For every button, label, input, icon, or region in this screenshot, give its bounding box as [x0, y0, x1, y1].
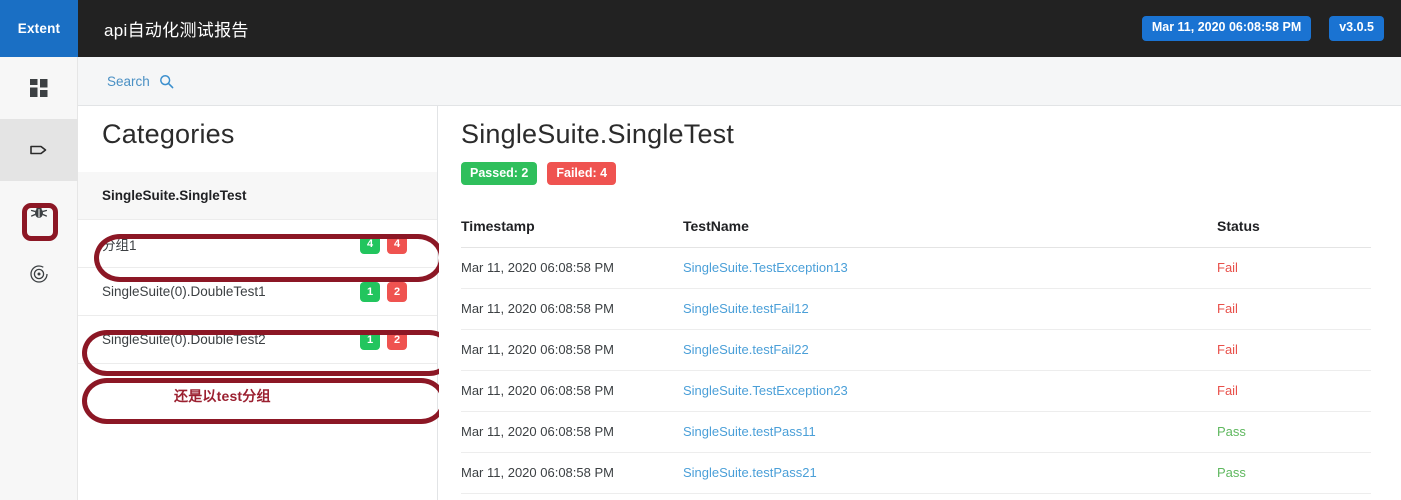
table-row: Mar 11, 2020 06:08:58 PM SingleSuite.tes… [461, 452, 1371, 494]
bug-icon [30, 203, 48, 221]
status-badge: Pass [1217, 465, 1246, 480]
sidebar-item-exceptions[interactable] [0, 181, 78, 243]
category-pass-count: 1 [360, 329, 380, 350]
category-label: SingleSuite(0).DoubleTest1 [102, 284, 266, 299]
table-row: Mar 11, 2020 06:08:58 PM SingleSuite.Tes… [461, 247, 1371, 289]
test-name-link[interactable]: SingleSuite.TestException13 [683, 260, 848, 275]
category-list-item[interactable]: SingleSuite.SingleTest [78, 172, 437, 220]
passed-summary-badge: Passed: 2 [461, 162, 538, 185]
cell-timestamp: Mar 11, 2020 06:08:58 PM [461, 411, 683, 453]
category-label: SingleSuite(0).DoubleTest2 [102, 332, 266, 347]
cell-timestamp: Mar 11, 2020 06:08:58 PM [461, 288, 683, 330]
category-fail-count: 2 [387, 329, 407, 350]
sidebar-item-categories[interactable] [0, 119, 78, 181]
category-label: SingleSuite.SingleTest [102, 188, 247, 203]
table-header-row: Timestamp TestName Status [461, 218, 1371, 248]
tests-table-body: Mar 11, 2020 06:08:58 PM SingleSuite.Tes… [461, 247, 1371, 494]
annotation-note-text: 还是以test分组 [174, 388, 271, 404]
column-header-timestamp: Timestamp [461, 218, 683, 248]
tests-table: Timestamp TestName Status Mar 11, 2020 0… [461, 218, 1371, 494]
table-row: Mar 11, 2020 06:08:58 PM SingleSuite.tes… [461, 411, 1371, 453]
search-icon [159, 74, 174, 89]
category-list-item[interactable]: SingleSuite(0).DoubleTest2 1 2 [78, 316, 437, 364]
search-toggle[interactable]: Search [107, 74, 174, 89]
category-label: 分组1 [102, 237, 137, 253]
top-header-bar: Extent api自动化测试报告 Mar 11, 2020 06:08:58 … [0, 0, 1401, 57]
status-badge: Fail [1217, 383, 1238, 398]
search-label: Search [107, 73, 150, 89]
status-badge: Fail [1217, 342, 1238, 357]
summary-badges: Passed: 2 Failed: 4 [461, 162, 617, 185]
header-right-group: Mar 11, 2020 06:08:58 PM v3.0.5 [1141, 0, 1384, 57]
sidebar-item-dashboard[interactable] [0, 57, 78, 119]
cell-timestamp: Mar 11, 2020 06:08:58 PM [461, 329, 683, 371]
categories-list: SingleSuite.SingleTest 分组1 4 4 SingleSui… [78, 172, 454, 424]
category-pass-count: 4 [360, 233, 380, 254]
main-content-panel: SingleSuite.SingleTest Passed: 2 Failed:… [439, 106, 1401, 500]
status-badge: Fail [1217, 301, 1238, 316]
search-bar: Search [78, 57, 1401, 106]
category-badges: 1 2 [360, 329, 407, 350]
test-name-link[interactable]: SingleSuite.testFail22 [683, 342, 809, 357]
target-icon [29, 264, 49, 284]
page-title: api自动化测试报告 [104, 21, 249, 40]
categories-heading: Categories [102, 119, 235, 149]
sidebar-icon-rail [0, 57, 78, 500]
categories-panel: Categories SingleSuite.SingleTest 分组1 4 … [78, 106, 454, 500]
brand-logo[interactable]: Extent [0, 0, 78, 57]
category-list-item[interactable]: 分组1 4 4 [78, 220, 437, 268]
table-row: Mar 11, 2020 06:08:58 PM SingleSuite.tes… [461, 329, 1371, 371]
extent-report-page: Extent api自动化测试报告 Mar 11, 2020 06:08:58 … [0, 0, 1401, 500]
version-badge: v3.0.5 [1329, 16, 1384, 41]
test-name-link[interactable]: SingleSuite.testPass21 [683, 465, 817, 480]
report-timestamp-badge: Mar 11, 2020 06:08:58 PM [1141, 16, 1312, 41]
category-list-item[interactable]: SingleSuite(0).DoubleTest1 1 2 [78, 268, 437, 316]
test-name-link[interactable]: SingleSuite.testFail12 [683, 301, 809, 316]
test-name-link[interactable]: SingleSuite.testPass11 [683, 424, 816, 439]
table-row: Mar 11, 2020 06:08:58 PM SingleSuite.Tes… [461, 370, 1371, 412]
category-badges: 4 4 [360, 233, 407, 254]
dashboard-grid-icon [29, 78, 49, 98]
tag-icon [28, 139, 50, 161]
status-badge: Pass [1217, 424, 1246, 439]
category-badges: 1 2 [360, 281, 407, 302]
column-header-status: Status [1217, 218, 1371, 248]
cell-timestamp: Mar 11, 2020 06:08:58 PM [461, 247, 683, 289]
status-badge: Fail [1217, 260, 1238, 275]
table-row: Mar 11, 2020 06:08:58 PM SingleSuite.tes… [461, 288, 1371, 330]
sidebar-item-timeline[interactable] [0, 243, 78, 305]
category-fail-count: 2 [387, 281, 407, 302]
category-pass-count: 1 [360, 281, 380, 302]
cell-timestamp: Mar 11, 2020 06:08:58 PM [461, 370, 683, 412]
category-fail-count: 4 [387, 233, 407, 254]
test-name-link[interactable]: SingleSuite.TestException23 [683, 383, 848, 398]
tests-table-head: Timestamp TestName Status [461, 218, 1371, 248]
column-header-testname: TestName [683, 218, 1217, 248]
cell-timestamp: Mar 11, 2020 06:08:58 PM [461, 452, 683, 494]
failed-summary-badge: Failed: 4 [547, 162, 617, 185]
selected-category-title: SingleSuite.SingleTest [461, 119, 735, 149]
